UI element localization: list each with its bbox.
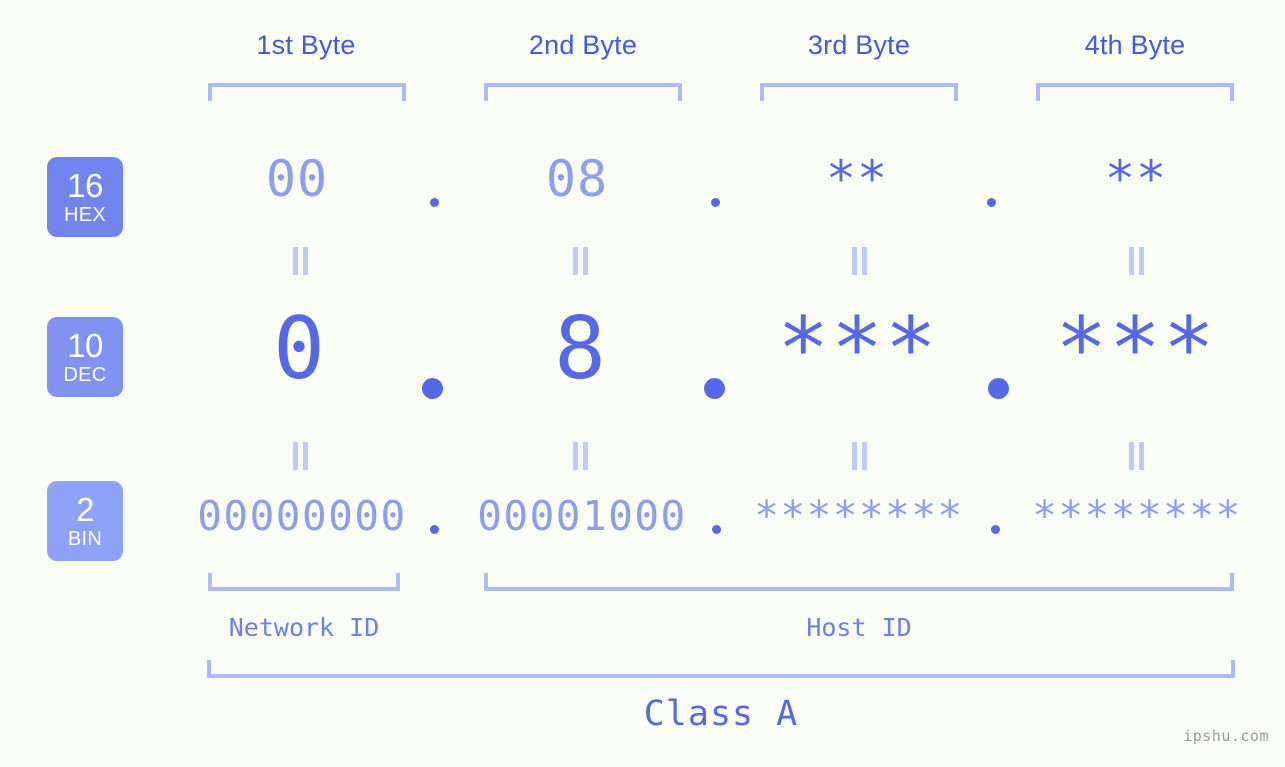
bin-byte-2: 00001000 <box>477 492 687 540</box>
bin-byte-1: 00000000 <box>197 492 407 540</box>
hex-byte-1: 00 <box>265 150 329 208</box>
byte-bracket-3 <box>760 83 958 101</box>
dec-byte-3: *** <box>777 299 939 399</box>
byte-bracket-2 <box>484 83 682 101</box>
hex-byte-4: ** <box>1104 150 1168 208</box>
base-badge-hex-number: 16 <box>67 167 103 204</box>
dec-byte-1: 0 <box>273 299 327 399</box>
dec-separator-dot-2 <box>704 378 725 399</box>
hex-separator-dot-3 <box>987 198 996 207</box>
equals-mark-dec-bin-4 <box>1126 442 1148 470</box>
bin-separator-dot-3 <box>991 525 1000 534</box>
base-badge-hex-name: HEX <box>63 204 107 226</box>
hex-separator-dot-2 <box>711 198 720 207</box>
base-badge-bin-number: 2 <box>76 491 94 528</box>
base-badge-dec: 10 DEC <box>47 317 123 397</box>
hex-separator-dot-1 <box>430 198 439 207</box>
byte-header-3: 3rd Byte <box>807 30 911 60</box>
dec-separator-dot-1 <box>422 378 443 399</box>
byte-header-1: 1st Byte <box>256 30 356 60</box>
byte-bracket-4 <box>1036 83 1234 101</box>
equals-mark-hex-dec-2 <box>570 247 592 275</box>
equals-mark-dec-bin-1 <box>290 442 312 470</box>
equals-mark-dec-bin-3 <box>849 442 871 470</box>
byte-header-4: 4th Byte <box>1084 30 1186 60</box>
dec-separator-dot-3 <box>988 378 1009 399</box>
base-badge-dec-name: DEC <box>63 364 107 386</box>
equals-mark-hex-dec-1 <box>290 247 312 275</box>
host-id-label: Host ID <box>806 613 912 642</box>
watermark: ipshu.com <box>1183 727 1269 745</box>
bin-byte-3: ******** <box>754 492 964 540</box>
class-label: Class A <box>643 694 799 734</box>
hex-byte-2: 08 <box>545 150 609 208</box>
base-badge-hex: 16 HEX <box>47 157 123 237</box>
host-id-bracket <box>484 573 1234 591</box>
byte-bracket-1 <box>208 83 406 101</box>
network-id-label: Network ID <box>228 613 380 642</box>
bin-separator-dot-1 <box>430 525 439 534</box>
class-bracket <box>207 660 1235 678</box>
network-id-bracket <box>208 573 400 591</box>
dec-byte-4: *** <box>1055 299 1217 399</box>
equals-mark-dec-bin-2 <box>570 442 592 470</box>
base-badge-bin-name: BIN <box>67 528 103 550</box>
equals-mark-hex-dec-4 <box>1126 247 1148 275</box>
equals-mark-hex-dec-3 <box>849 247 871 275</box>
byte-header-2: 2nd Byte <box>528 30 638 60</box>
hex-byte-3: ** <box>825 150 889 208</box>
bin-byte-4: ******** <box>1032 492 1242 540</box>
bin-separator-dot-2 <box>712 525 721 534</box>
dec-byte-2: 8 <box>554 299 608 399</box>
ip-address-diagram: 1st Byte 2nd Byte 3rd Byte 4th Byte 16 H… <box>0 0 1285 767</box>
base-badge-dec-number: 10 <box>67 327 103 364</box>
base-badge-bin: 2 BIN <box>47 481 123 561</box>
